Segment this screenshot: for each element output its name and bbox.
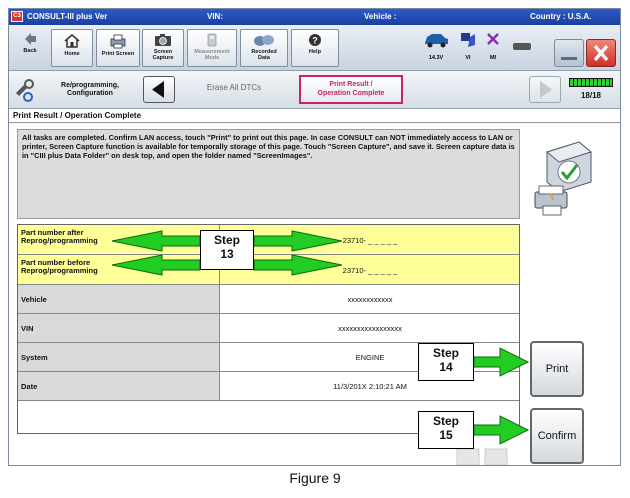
figure-caption: Figure 9 [289, 470, 341, 486]
step13-arrow-left-2 [111, 254, 201, 276]
step13-arrow-right-1 [253, 230, 343, 252]
callout-arrows [111, 230, 530, 445]
step14-arrow [473, 347, 530, 377]
step14-label: Step 14 [418, 343, 474, 381]
step15-arrow [473, 415, 530, 445]
step13-arrow-right-2 [253, 254, 343, 276]
step13-arrow-left-1 [111, 230, 201, 252]
step13-label: Step 13 [200, 230, 254, 270]
step15-label: Step 15 [418, 411, 474, 449]
